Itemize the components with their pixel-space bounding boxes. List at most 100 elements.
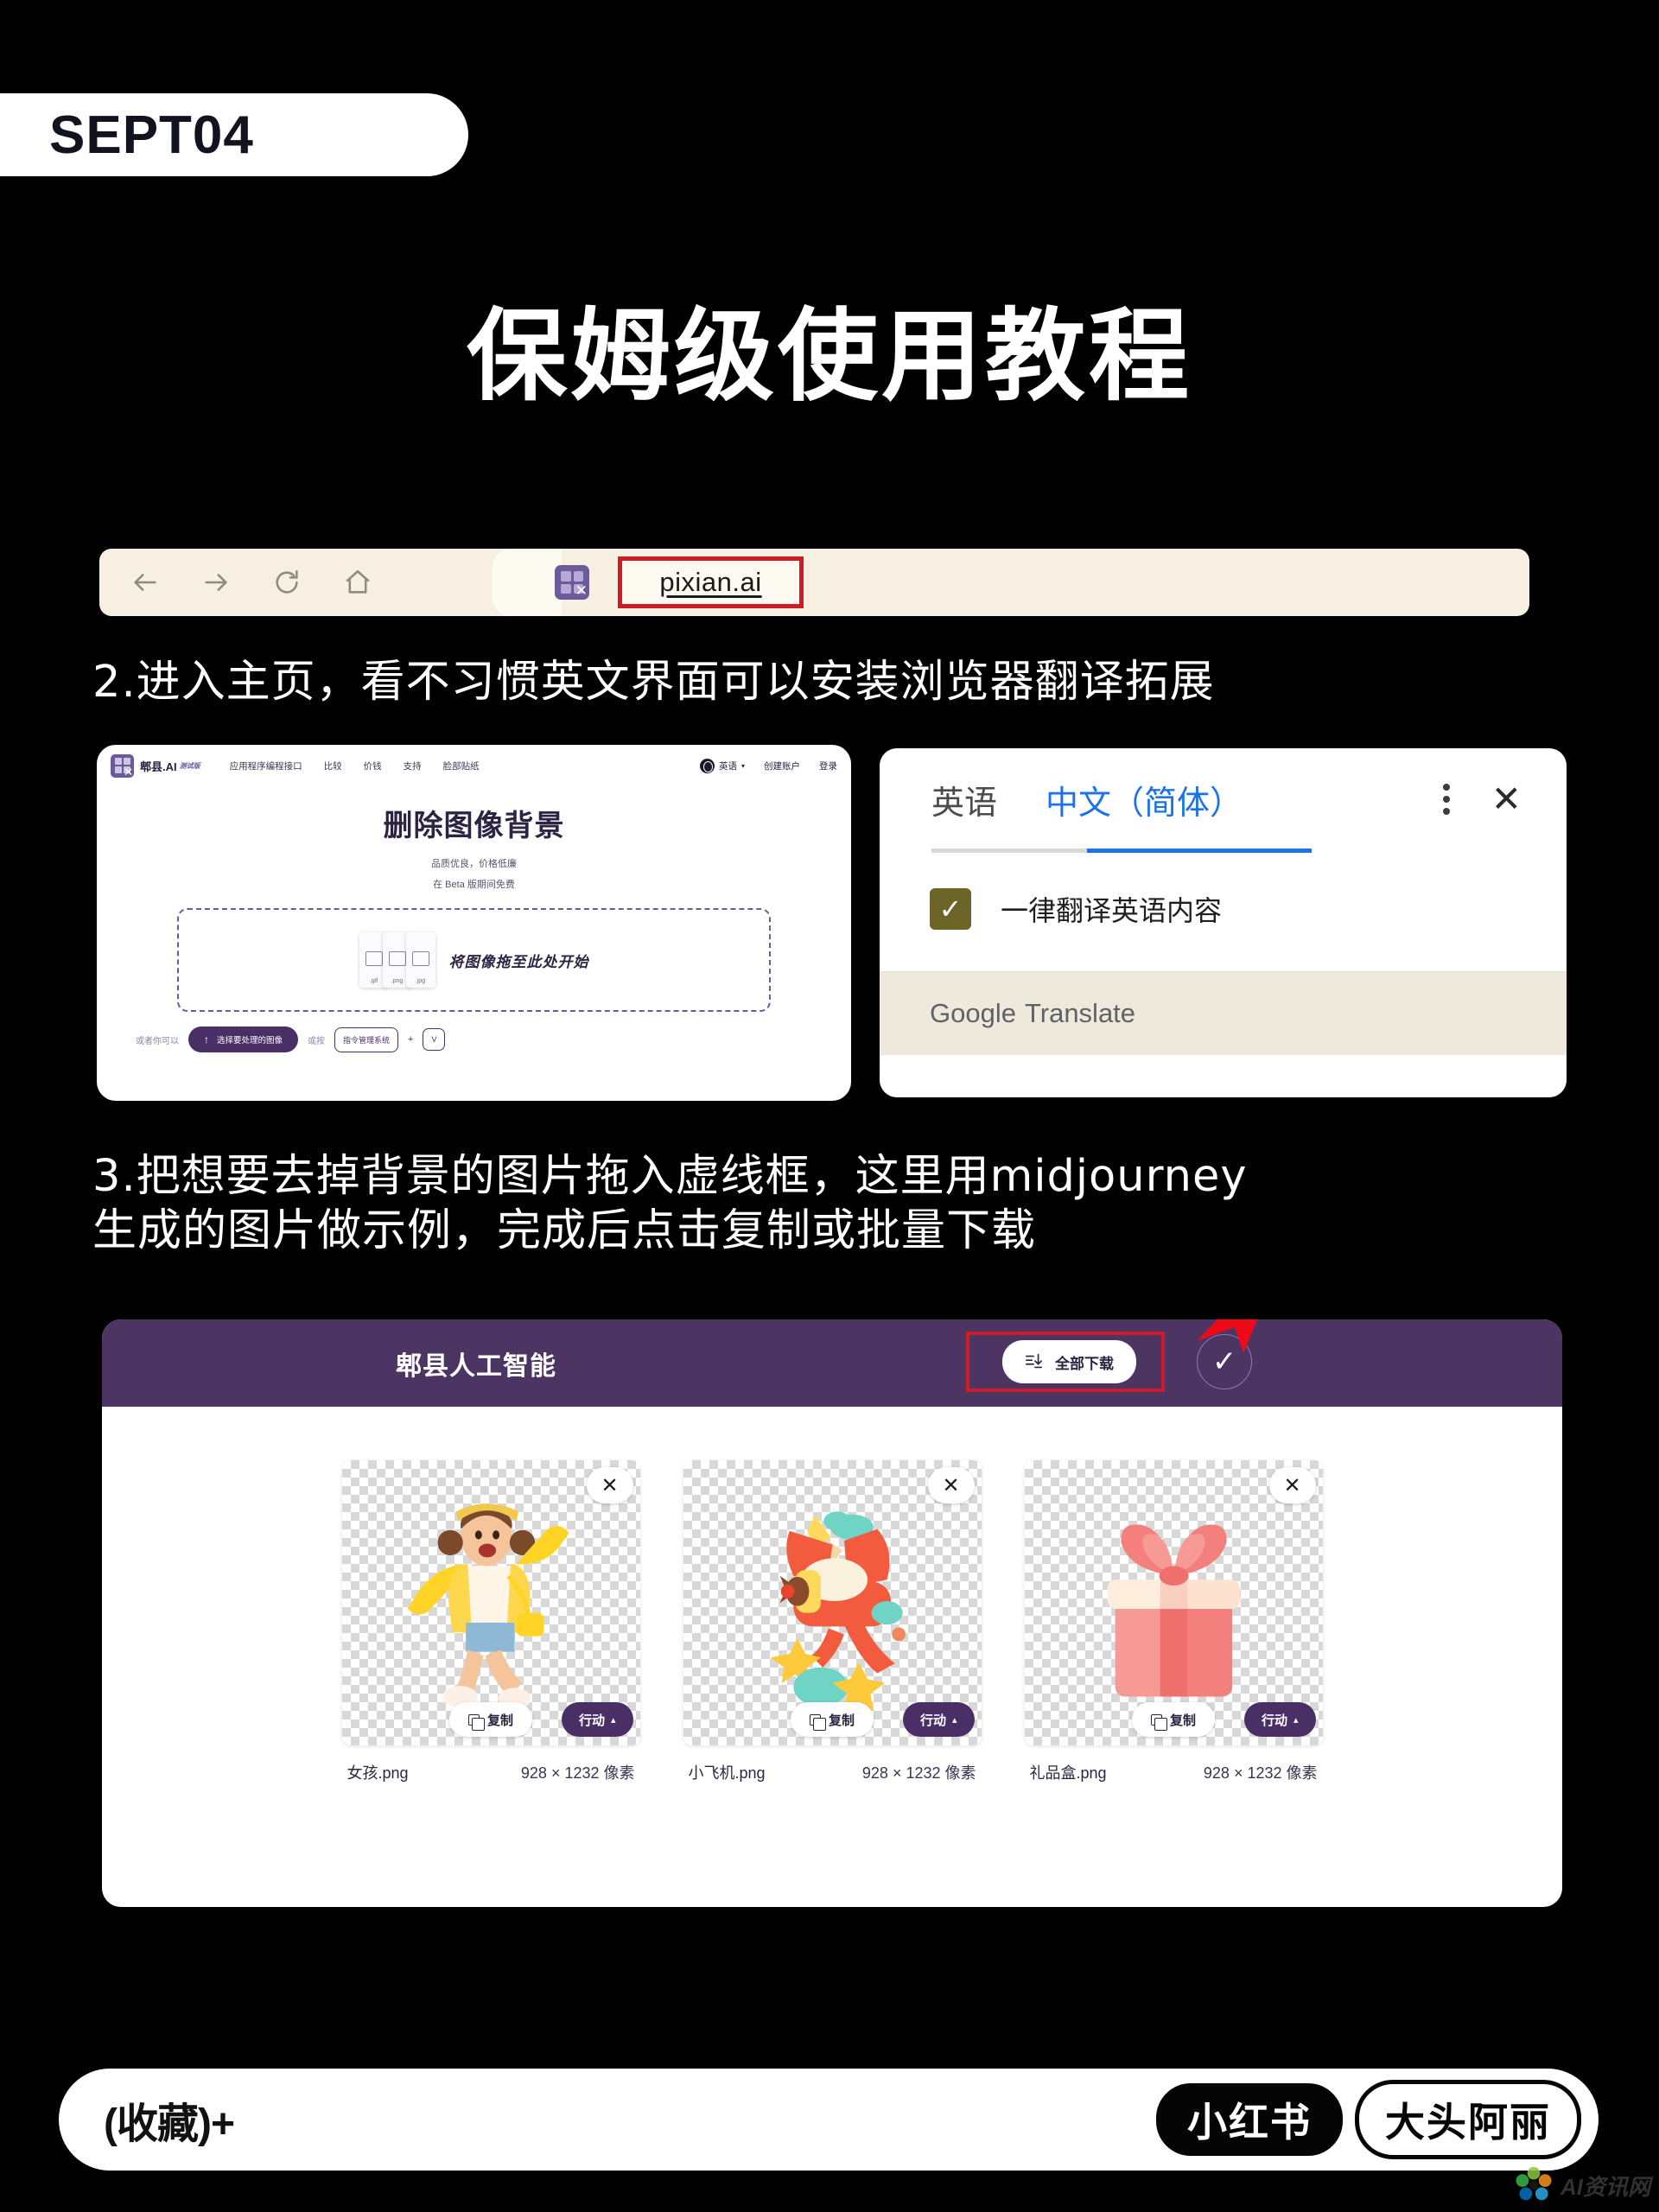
file-dimensions: 928 × 1232 像素 xyxy=(520,1764,635,1782)
language-selector-label[interactable]: 英语 xyxy=(719,760,737,772)
action-label: 行动 xyxy=(1261,1713,1287,1728)
step-3-caption: 3.把想要去掉背景的图片拖入虚线框，这里用midjourney 生成的图片做示例… xyxy=(92,1149,1613,1258)
home-icon[interactable] xyxy=(341,566,374,599)
nav-link-api[interactable]: 应用程序编程接口 xyxy=(230,760,302,772)
step-2-caption: 2.进入主页，看不习惯英文界面可以安装浏览器翻译拓展 xyxy=(92,657,1215,708)
site-hero-subtitle-1: 品质优良，价格低廉 xyxy=(431,859,517,869)
copy-button[interactable]: 复制 xyxy=(790,1702,874,1737)
file-name: 女孩.png xyxy=(346,1764,409,1782)
step-3-line-2: 生成的图片做示例，完成后点击复制或批量下载 xyxy=(92,1205,1037,1257)
shortcut-key-v: V xyxy=(423,1028,446,1051)
result-thumbnail[interactable]: ✕ 复制 行动 ▴ xyxy=(1024,1460,1323,1745)
chevron-down-icon[interactable]: ▾ xyxy=(741,762,745,770)
file-label-gif: .gif xyxy=(369,978,378,984)
browser-nav-controls xyxy=(99,566,374,599)
pixian-extension-icon[interactable]: ✕ xyxy=(555,565,589,600)
pixian-logo-icon: ✕ xyxy=(111,753,134,778)
url-highlight-box[interactable]: pixian.ai xyxy=(618,556,804,608)
page-title: 保姆级使用教程 xyxy=(467,298,1192,415)
file-name: 礼品盒.png xyxy=(1029,1764,1107,1782)
results-screenshot: 郫县人工智能 全部下载 ✓ ✕ 复制 行动 ▴ 女孩.png 928 × 123… xyxy=(102,1319,1562,1907)
result-item: ✕ 复制 行动 ▴ 小飞机.png 928 × 1232 像素 xyxy=(683,1460,982,1783)
site-hero-subtitle-2: 在 Beta 版期间免费 xyxy=(433,880,515,890)
site-brand-beta: 测试版 xyxy=(179,761,200,770)
choose-image-button[interactable]: ↑ 选择要处理的图像 xyxy=(188,1027,299,1052)
action-button[interactable]: 行动 ▴ xyxy=(561,1702,633,1737)
download-all-icon xyxy=(1026,1353,1043,1369)
copy-button[interactable]: 复制 xyxy=(448,1702,533,1737)
result-item-meta: 礼品盒.png 928 × 1232 像素 xyxy=(1025,1761,1323,1783)
file-label-jpg: .jpg xyxy=(415,978,426,984)
nav-link-compare[interactable]: 比较 xyxy=(324,760,342,772)
copy-label: 复制 xyxy=(486,1713,514,1728)
tab-source-language[interactable]: 英语 xyxy=(931,748,997,850)
close-icon[interactable]: ✕ xyxy=(1491,781,1522,817)
image-dropzone[interactable]: .gif .png .jpg 将图像拖至此处开始 xyxy=(177,908,771,1012)
tab-underline-active xyxy=(1087,849,1312,853)
pixian-site-screenshot: ✕ 郫县.AI 测试版 应用程序编程接口 比较 价钱 支持 脸部贴纸 英语 ▾ … xyxy=(97,745,851,1101)
always-translate-label: 一律翻译英语内容 xyxy=(1001,895,1223,926)
site-brand: 郫县.AI xyxy=(140,760,177,773)
result-item-meta: 小飞机.png 928 × 1232 像素 xyxy=(683,1761,982,1783)
browser-tab-separator xyxy=(493,549,562,616)
favorite-label[interactable]: (收藏)+ xyxy=(104,2089,235,2150)
flower-logo-icon xyxy=(1516,2166,1552,2201)
chevron-up-icon: ▴ xyxy=(610,1714,616,1726)
copy-button[interactable]: 复制 xyxy=(1131,1702,1216,1737)
forward-arrow-icon[interactable] xyxy=(200,566,232,599)
author-badge: 大头阿丽 xyxy=(1355,2080,1581,2159)
platform-badge: 小红书 xyxy=(1156,2083,1343,2156)
result-item: ✕ 复制 行动 ▴ 礼品盒.png 928 × 1232 像素 xyxy=(1024,1460,1323,1783)
chevron-up-icon: ▴ xyxy=(1293,1714,1299,1726)
file-label-png: .png xyxy=(391,978,404,984)
translate-option-row[interactable]: ✓ 一律翻译英语内容 xyxy=(880,850,1567,930)
result-thumbnail[interactable]: ✕ 复制 行动 ▴ xyxy=(341,1460,640,1745)
dropzone-footer: 或者你可以 ↑ 选择要处理的图像 或按 指令管理系统 + V xyxy=(136,1027,851,1052)
choose-image-label: 选择要处理的图像 xyxy=(217,1036,283,1046)
extension-x-glyph: ✕ xyxy=(575,582,588,599)
file-jpg-icon: .jpg xyxy=(405,932,435,988)
copy-label: 复制 xyxy=(828,1713,855,1728)
chevron-up-icon: ▴ xyxy=(951,1714,957,1726)
copy-icon xyxy=(1150,1713,1167,1731)
url-text: pixian.ai xyxy=(659,567,762,597)
results-grid: ✕ 复制 行动 ▴ 女孩.png 928 × 1232 像素 ✕ 复制 行动 ▴… xyxy=(102,1407,1562,1783)
remove-item-button[interactable]: ✕ xyxy=(927,1467,975,1503)
create-account-link[interactable]: 创建账户 xyxy=(764,760,800,772)
translate-wordmark: Translate xyxy=(1024,998,1136,1028)
reload-icon[interactable] xyxy=(270,566,303,599)
poster-root: SEPT04 保姆级使用教程 ✕ pixian.ai 2.进入主页，看不习惯英文… xyxy=(0,0,1659,2212)
or-you-can-label: 或者你可以 xyxy=(136,1036,179,1046)
download-all-button[interactable]: 全部下载 xyxy=(1002,1340,1136,1383)
red-pointer-arrow xyxy=(1197,1319,1258,1353)
date-badge-label: SEPT04 xyxy=(49,105,254,165)
results-header: 郫县人工智能 全部下载 ✓ xyxy=(102,1319,1562,1407)
tab-target-language[interactable]: 中文（简体） xyxy=(1046,748,1243,850)
always-translate-checkbox[interactable]: ✓ xyxy=(930,888,971,930)
or-press-label: 或按 xyxy=(308,1036,326,1046)
back-arrow-icon[interactable] xyxy=(129,566,162,599)
site-navbar: ✕ 郫县.AI 测试版 应用程序编程接口 比较 价钱 支持 脸部贴纸 英语 ▾ … xyxy=(97,745,851,786)
nav-link-pricing[interactable]: 价钱 xyxy=(364,760,382,772)
browser-address-bar: ✕ pixian.ai xyxy=(99,549,1529,616)
action-button[interactable]: 行动 ▴ xyxy=(1243,1702,1316,1737)
nav-link-support[interactable]: 支持 xyxy=(404,760,422,772)
kebab-menu-icon[interactable] xyxy=(1442,784,1450,815)
shortcut-plus: + xyxy=(408,1034,414,1045)
result-item: ✕ 复制 行动 ▴ 女孩.png 928 × 1232 像素 xyxy=(341,1460,640,1783)
google-wordmark: Google xyxy=(930,998,1016,1028)
check-glyph: ✓ xyxy=(938,893,963,925)
action-button[interactable]: 行动 ▴ xyxy=(902,1702,975,1737)
file-dimensions: 928 × 1232 像素 xyxy=(861,1764,976,1782)
result-thumbnail[interactable]: ✕ 复制 行动 ▴ xyxy=(683,1460,982,1745)
site-nav-right: 英语 ▾ 创建账户 登录 xyxy=(699,758,837,773)
remove-item-button[interactable]: ✕ xyxy=(586,1467,633,1503)
login-link[interactable]: 登录 xyxy=(819,760,837,772)
remove-item-button[interactable]: ✕ xyxy=(1268,1467,1316,1503)
close-icon: ✕ xyxy=(1283,1473,1301,1497)
copy-label: 复制 xyxy=(1169,1713,1197,1728)
nav-link-face-stickers[interactable]: 脸部贴纸 xyxy=(443,760,480,772)
footer-bar: (收藏)+ 小红书 大头阿丽 xyxy=(59,2069,1599,2171)
google-translate-popup: 英语 中文（简体） ✕ ✓ 一律翻译英语内容 Google Translate xyxy=(880,748,1567,1097)
file-dimensions: 928 × 1232 像素 xyxy=(1203,1764,1318,1782)
